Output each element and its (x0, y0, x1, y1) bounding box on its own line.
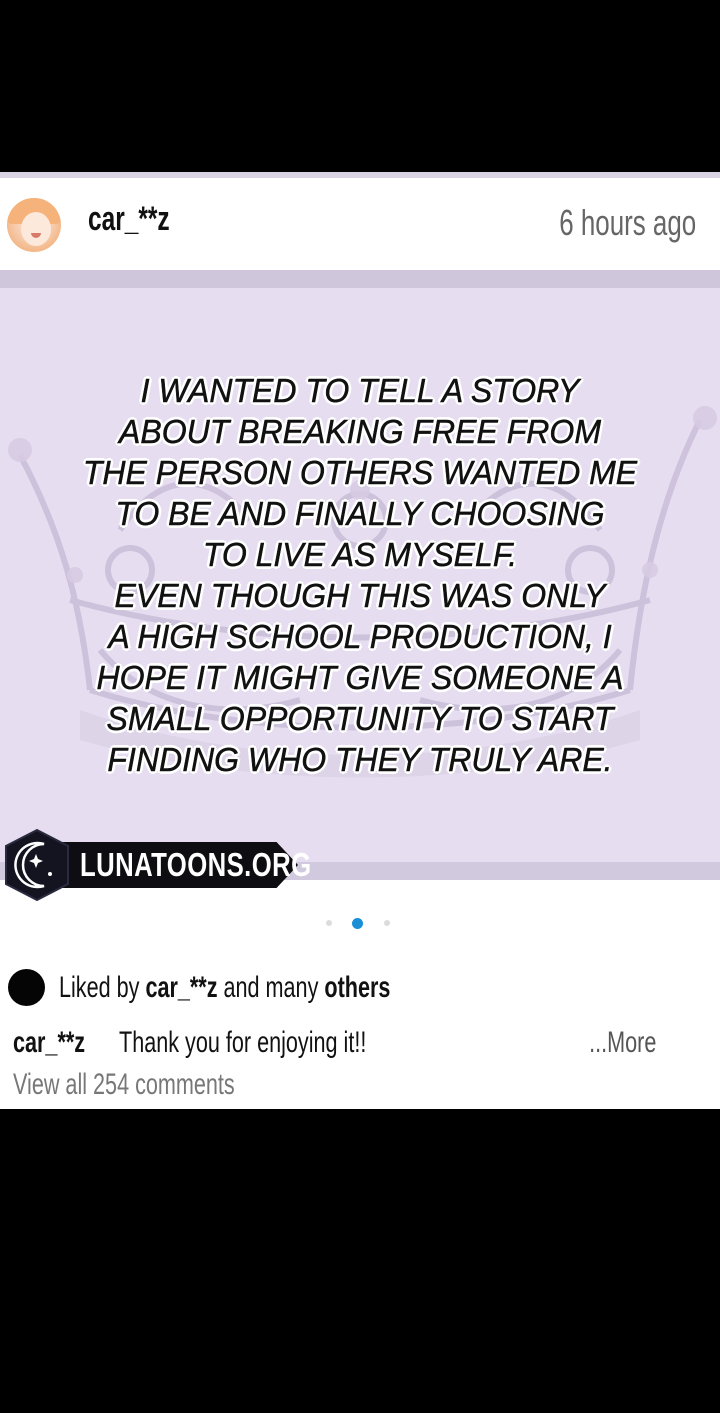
moon-logo-icon (5, 828, 69, 902)
user-avatar[interactable] (7, 198, 61, 252)
view-comments-link[interactable]: View all 254 comments (13, 1068, 235, 1102)
liker-avatar (8, 969, 45, 1006)
post-card: car_**z 6 hours ago I WANTED TO TELL A S… (0, 172, 720, 1109)
caption-row: car_**z Thank you for enjoying it!! ...M… (0, 1024, 720, 1060)
carousel-dots (0, 918, 720, 930)
bottom-letterbox (0, 1109, 720, 1413)
likes-others[interactable]: others (324, 971, 390, 1004)
watermark-text: LUNATOONS.ORG (80, 846, 312, 883)
carousel-dot[interactable] (384, 920, 390, 926)
likes-row[interactable]: Liked by car_**z and many others (0, 967, 720, 1007)
post-username[interactable]: car_**z (88, 200, 170, 239)
likes-user[interactable]: car_**z (145, 971, 217, 1004)
watermark: LUNATOONS.ORG (0, 828, 311, 902)
caption-text: Thank you for enjoying it!! (119, 1026, 367, 1059)
post-image[interactable]: I WANTED TO TELL A STORY ABOUT BREAKING … (0, 270, 720, 880)
carousel-dot-active[interactable] (352, 918, 363, 929)
top-letterbox (0, 0, 720, 172)
post-header: car_**z 6 hours ago (0, 178, 720, 270)
caption-username[interactable]: car_**z (13, 1026, 85, 1060)
likes-text: Liked by car_**z and many others (59, 971, 391, 1004)
caption-more-link[interactable]: ...More (589, 1026, 656, 1060)
post-timestamp: 6 hours ago (559, 202, 696, 243)
image-caption-text: I WANTED TO TELL A STORY ABOUT BREAKING … (82, 372, 638, 779)
carousel-dot[interactable] (326, 920, 332, 926)
